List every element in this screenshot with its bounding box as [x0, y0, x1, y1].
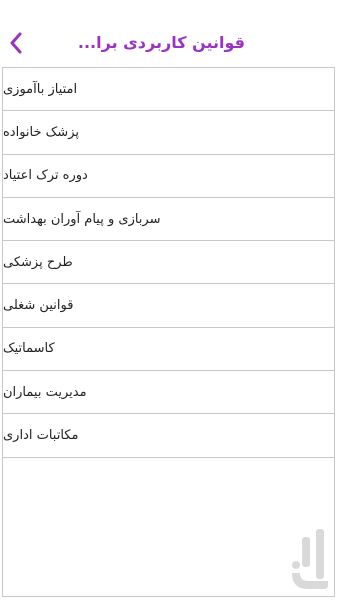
rules-list: امتیاز باآموزی پزشک خانواده دوره ترک اعت…	[3, 68, 334, 458]
list-item[interactable]: امتیاز باآموزی	[3, 68, 334, 112]
list-item[interactable]: طرح پزشکی	[3, 241, 334, 285]
rules-list-container: امتیاز باآموزی پزشک خانواده دوره ترک اعت…	[2, 67, 335, 597]
page-title: قوانین کاربردی برا...	[77, 33, 245, 52]
back-button[interactable]	[4, 30, 28, 56]
list-item[interactable]: کاسماتیک	[3, 328, 334, 372]
app-store-logo-icon	[290, 527, 330, 595]
list-item-label: کاسماتیک	[3, 341, 55, 357]
list-item[interactable]: دوره ترک اعتیاد	[3, 155, 334, 198]
list-item[interactable]: مدیریت بیماران	[3, 371, 334, 415]
list-item[interactable]: پزشک خانواده	[3, 111, 334, 155]
list-item-label: دوره ترک اعتیاد	[3, 168, 88, 184]
list-item-label: طرح پزشکی	[3, 254, 73, 270]
list-item-label: قوانین شغلی	[3, 298, 74, 314]
list-item[interactable]: مکاتبات اداری	[3, 414, 334, 458]
list-item-label: مکاتبات اداری	[3, 428, 79, 444]
list-item-label: سربازی و پیام آوران بهداشت	[3, 211, 161, 227]
list-item-label: پزشک خانواده	[3, 124, 79, 140]
list-item[interactable]: سربازی و پیام آوران بهداشت	[3, 198, 334, 242]
chevron-left-icon	[10, 32, 22, 54]
app-header: قوانین کاربردی برا...	[0, 0, 337, 66]
list-item-label: امتیاز باآموزی	[3, 81, 78, 97]
list-item[interactable]: قوانین شغلی	[3, 284, 334, 328]
list-item-label: مدیریت بیماران	[3, 384, 87, 400]
